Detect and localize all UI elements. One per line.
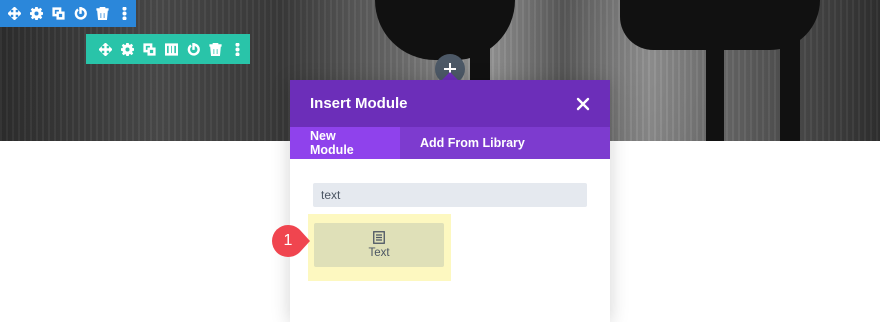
hero-figure-leg-right <box>706 40 724 141</box>
modal-header: Insert Module <box>290 80 610 127</box>
search-input[interactable]: text <box>313 183 587 207</box>
tab-add-from-library[interactable]: Add From Library <box>400 127 545 159</box>
insert-module-modal: Insert Module New Module Add From Librar… <box>290 80 610 322</box>
power-icon[interactable] <box>182 38 204 60</box>
module-label: Text <box>368 247 390 259</box>
trash-icon[interactable] <box>204 38 226 60</box>
hero-figure-leg-right-2 <box>780 40 800 141</box>
columns-icon[interactable] <box>160 38 182 60</box>
duplicate-icon[interactable] <box>138 38 160 60</box>
text-module-icon <box>373 231 385 244</box>
more-icon[interactable] <box>113 3 135 25</box>
row-toolbar <box>86 34 250 64</box>
section-toolbar <box>0 0 136 27</box>
trash-icon[interactable] <box>91 3 113 25</box>
move-icon[interactable] <box>94 38 116 60</box>
modal-tabs: New Module Add From Library <box>290 127 610 159</box>
gear-icon[interactable] <box>25 3 47 25</box>
power-icon[interactable] <box>69 3 91 25</box>
move-icon[interactable] <box>3 3 25 25</box>
duplicate-icon[interactable] <box>47 3 69 25</box>
module-text[interactable]: Text <box>314 223 444 267</box>
gear-icon[interactable] <box>116 38 138 60</box>
tab-new-module[interactable]: New Module <box>290 127 400 159</box>
more-icon[interactable] <box>226 38 248 60</box>
close-icon[interactable] <box>576 97 590 111</box>
modal-title: Insert Module <box>310 95 408 112</box>
search-input-value: text <box>321 188 341 202</box>
annotation-number: 1 <box>283 232 293 249</box>
modal-pointer <box>442 72 458 80</box>
